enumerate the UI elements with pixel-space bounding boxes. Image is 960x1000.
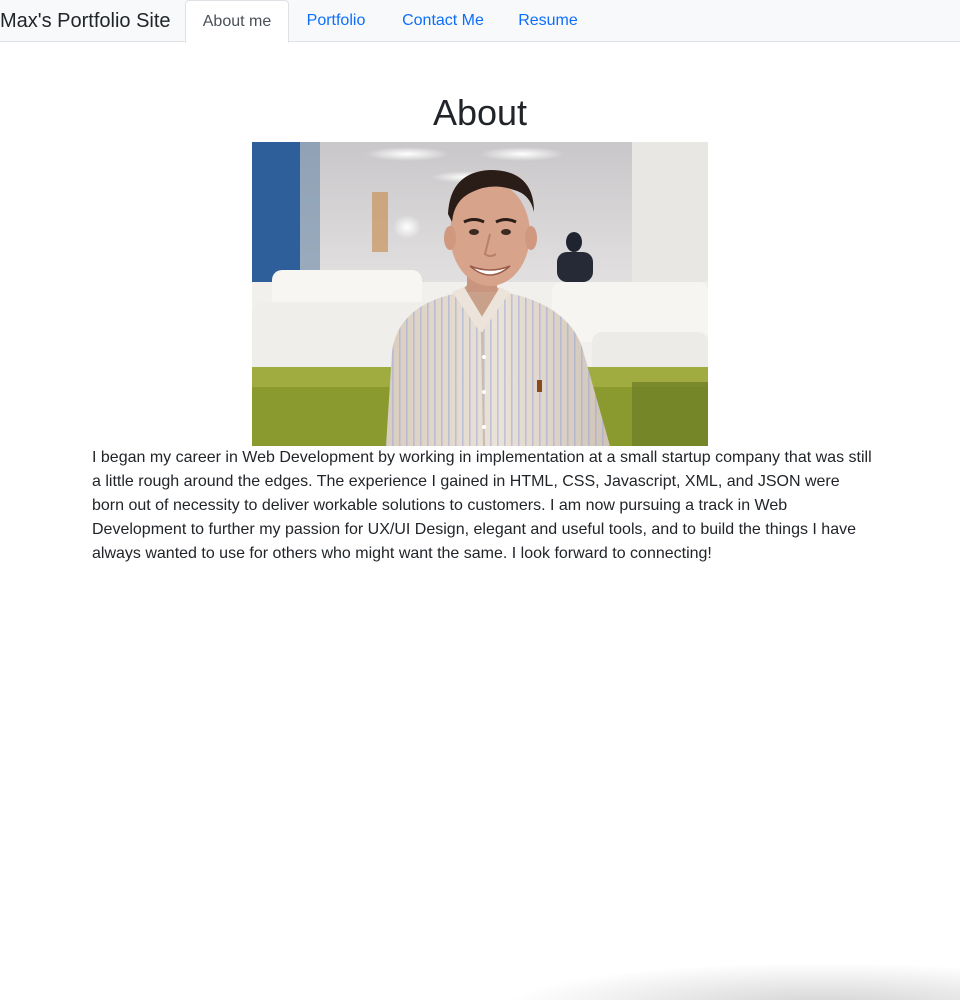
tab-contact-me[interactable]: Contact Me <box>385 0 501 42</box>
navbar: Max's Portfolio Site About me Portfolio … <box>0 0 960 43</box>
brand-link[interactable]: Max's Portfolio Site <box>0 8 171 34</box>
tab-about-me[interactable]: About me <box>185 0 289 43</box>
tab-resume[interactable]: Resume <box>504 0 592 42</box>
tab-portfolio[interactable]: Portfolio <box>290 0 382 42</box>
window-shadow <box>500 962 960 1000</box>
profile-photo <box>252 142 708 446</box>
page-title: About <box>432 92 528 133</box>
about-paragraph: I began my career in Web Development by … <box>92 449 872 562</box>
page: Max's Portfolio Site About me Portfolio … <box>0 0 960 1000</box>
